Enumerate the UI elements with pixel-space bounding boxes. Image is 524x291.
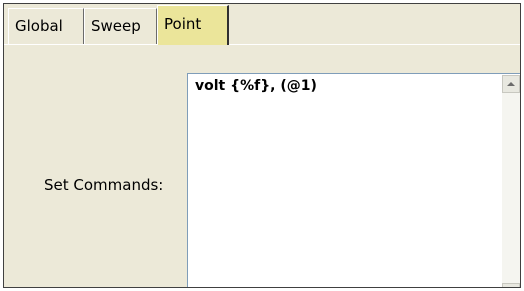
set-commands-textarea[interactable]: volt {%f}, (@1): [187, 73, 520, 287]
set-commands-text: volt {%f}, (@1): [195, 78, 317, 94]
tab-point[interactable]: Point: [157, 5, 229, 45]
vertical-scrollbar[interactable]: [502, 75, 520, 287]
set-commands-label: Set Commands:: [44, 176, 164, 194]
arrow-up-icon: [507, 82, 515, 86]
tab-global[interactable]: Global: [8, 8, 84, 44]
tab-strip: Global Sweep Point: [4, 4, 520, 45]
settings-window: Global Sweep Point Set Commands: volt {%…: [3, 3, 521, 288]
tab-sweep[interactable]: Sweep: [84, 8, 157, 44]
scroll-up-button[interactable]: [502, 75, 520, 93]
point-tab-panel: Set Commands: volt {%f}, (@1): [4, 44, 520, 287]
scroll-down-button[interactable]: [502, 283, 520, 287]
